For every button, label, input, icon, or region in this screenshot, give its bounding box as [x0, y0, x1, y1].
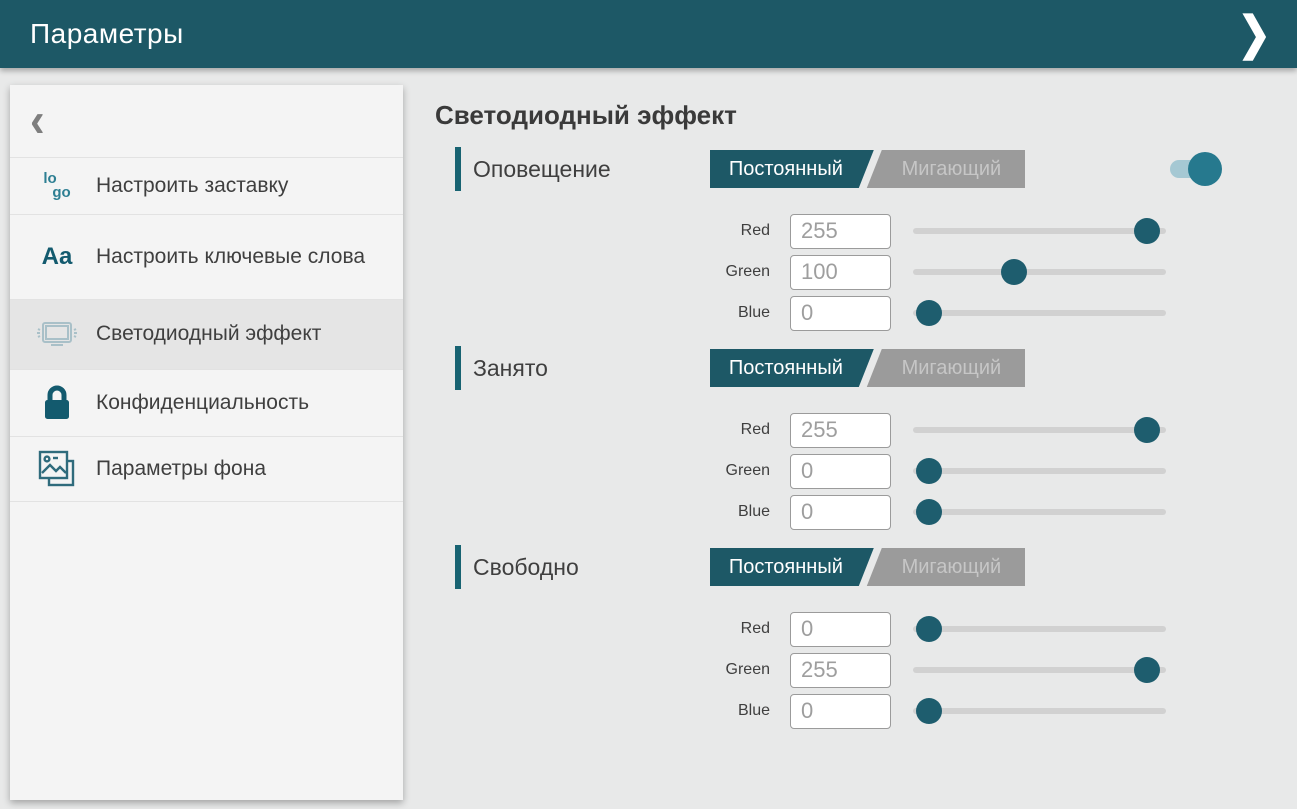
slider-track: [913, 708, 1166, 714]
mode-option-constant[interactable]: Постоянный: [710, 150, 874, 188]
accent-bar: [455, 346, 461, 390]
green-slider[interactable]: [913, 458, 1166, 484]
sidebar-item-splash-screen[interactable]: logo Настроить заставку: [10, 158, 403, 215]
green-input[interactable]: [790, 255, 891, 290]
back-chevron-icon: ‹: [30, 97, 45, 145]
display-icon: [34, 315, 80, 355]
green-label: Green: [435, 661, 790, 679]
mode-option-blinking[interactable]: Мигающий: [864, 548, 1025, 586]
sidebar-item-background[interactable]: Параметры фона: [10, 437, 403, 502]
section-title: Светодиодный эффект: [435, 100, 1297, 131]
logo-icon: logo: [34, 172, 80, 201]
blue-label: Blue: [435, 702, 790, 720]
blue-slider[interactable]: [913, 698, 1166, 724]
slider-thumb[interactable]: [1134, 657, 1160, 683]
mode-option-constant[interactable]: Постоянный: [710, 349, 874, 387]
text-aa-icon: Aa: [34, 243, 80, 271]
section-label: Свободно: [473, 554, 579, 581]
slider-thumb[interactable]: [916, 499, 942, 525]
section-free: Свободно Мигающий Постоянный Red Green: [435, 545, 1297, 729]
section-label: Занято: [473, 355, 548, 382]
toggle-knob[interactable]: [1188, 152, 1222, 186]
sidebar-item-label: Параметры фона: [96, 456, 266, 482]
slider-thumb[interactable]: [916, 300, 942, 326]
slider-thumb[interactable]: [916, 698, 942, 724]
section-busy: Занято Мигающий Постоянный Red Green: [435, 346, 1297, 530]
red-slider[interactable]: [913, 218, 1166, 244]
mode-option-blinking[interactable]: Мигающий: [864, 150, 1025, 188]
slider-track: [913, 269, 1166, 275]
slider-thumb[interactable]: [1134, 218, 1160, 244]
green-input[interactable]: [790, 454, 891, 489]
settings-sidebar: ‹ logo Настроить заставку Aa Настроить к…: [10, 85, 403, 800]
sidebar-item-label: Светодиодный эффект: [96, 321, 321, 347]
forward-chevron-icon[interactable]: ❯: [1237, 11, 1271, 57]
slider-track: [913, 228, 1166, 234]
blue-label: Blue: [435, 304, 790, 322]
blue-slider[interactable]: [913, 499, 1166, 525]
red-input[interactable]: [790, 214, 891, 249]
accent-bar: [455, 545, 461, 589]
page-title: Параметры: [30, 18, 184, 50]
red-label: Red: [435, 620, 790, 638]
green-slider[interactable]: [913, 259, 1166, 285]
slider-thumb[interactable]: [1001, 259, 1027, 285]
red-label: Red: [435, 421, 790, 439]
slider-track: [913, 667, 1166, 673]
blue-input[interactable]: [790, 296, 891, 331]
red-label: Red: [435, 222, 790, 240]
section-label: Оповещение: [473, 156, 611, 183]
alert-toggle[interactable]: [1170, 160, 1222, 178]
slider-track: [913, 509, 1166, 515]
red-input[interactable]: [790, 612, 891, 647]
images-icon: [34, 449, 80, 489]
sidebar-item-label: Настроить ключевые слова: [96, 244, 365, 270]
blue-input[interactable]: [790, 694, 891, 729]
mode-option-blinking[interactable]: Мигающий: [864, 349, 1025, 387]
blue-slider[interactable]: [913, 300, 1166, 326]
mode-option-constant[interactable]: Постоянный: [710, 548, 874, 586]
sidebar-item-privacy[interactable]: Конфиденциальность: [10, 370, 403, 437]
sidebar-item-keywords[interactable]: Aa Настроить ключевые слова: [10, 215, 403, 300]
red-slider[interactable]: [913, 417, 1166, 443]
lock-icon: [34, 383, 80, 423]
accent-bar: [455, 147, 461, 191]
sidebar-item-led-effect[interactable]: Светодиодный эффект: [10, 300, 403, 370]
slider-thumb[interactable]: [1134, 417, 1160, 443]
slider-track: [913, 427, 1166, 433]
green-input[interactable]: [790, 653, 891, 688]
section-alert: Оповещение Мигающий Постоянный Red Green: [435, 147, 1297, 331]
sidebar-back-button[interactable]: ‹: [10, 85, 403, 158]
green-label: Green: [435, 263, 790, 281]
mode-segmented-control: Мигающий Постоянный: [710, 349, 1025, 387]
mode-segmented-control: Мигающий Постоянный: [710, 548, 1025, 586]
blue-input[interactable]: [790, 495, 891, 530]
slider-track: [913, 310, 1166, 316]
app-bar: Параметры ❯: [0, 0, 1297, 68]
mode-segmented-control: Мигающий Постоянный: [710, 150, 1025, 188]
sidebar-item-label: Конфиденциальность: [96, 390, 309, 416]
green-label: Green: [435, 462, 790, 480]
green-slider[interactable]: [913, 657, 1166, 683]
blue-label: Blue: [435, 503, 790, 521]
slider-track: [913, 626, 1166, 632]
slider-thumb[interactable]: [916, 458, 942, 484]
slider-thumb[interactable]: [916, 616, 942, 642]
red-input[interactable]: [790, 413, 891, 448]
led-effect-panel: Светодиодный эффект Оповещение Мигающий …: [435, 85, 1297, 744]
sidebar-item-label: Настроить заставку: [96, 173, 288, 199]
red-slider[interactable]: [913, 616, 1166, 642]
slider-track: [913, 468, 1166, 474]
